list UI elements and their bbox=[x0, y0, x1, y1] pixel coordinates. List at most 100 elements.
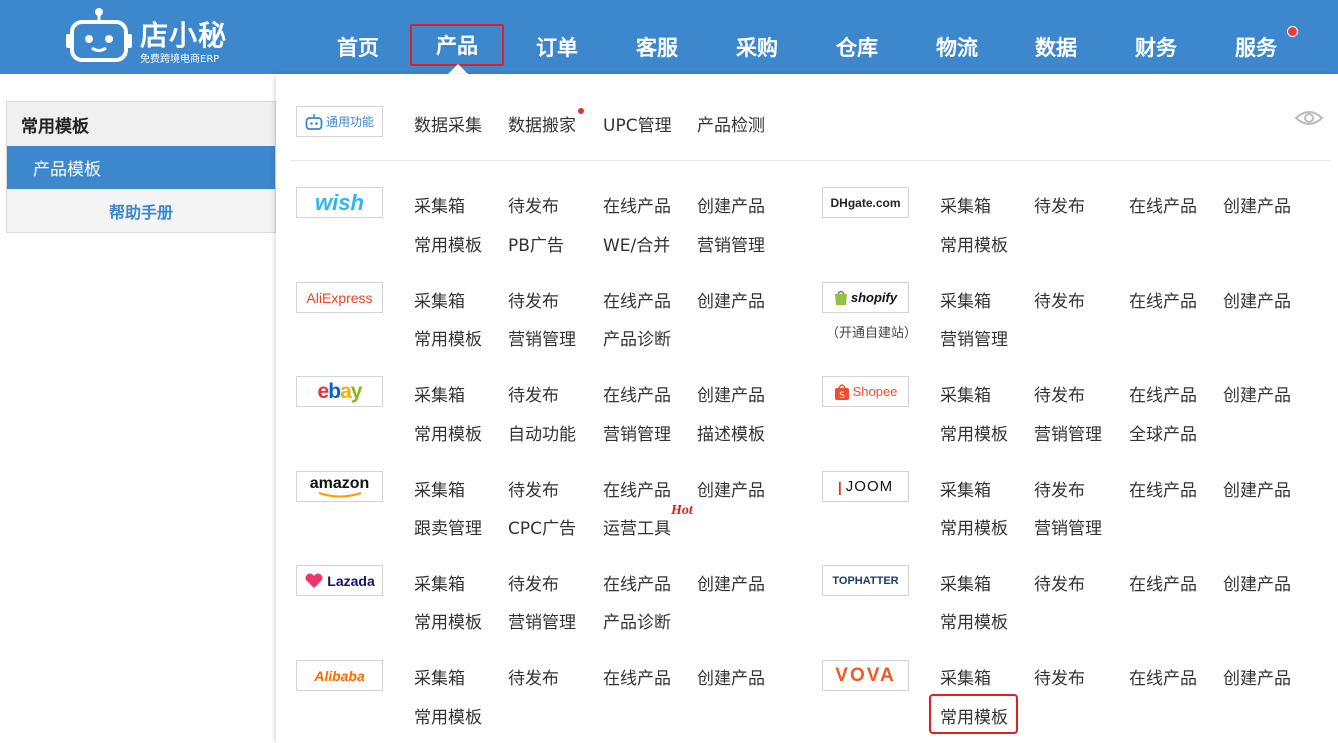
amazon-link-cpc-ads[interactable]: CPC广告 bbox=[508, 514, 576, 539]
shopee-link-marketing[interactable]: 营销管理 bbox=[1034, 420, 1102, 445]
dhgate-link-pending[interactable]: 待发布 bbox=[1034, 192, 1085, 217]
nav-warehouse[interactable]: 仓库 bbox=[812, 30, 902, 64]
nav-data[interactable]: 数据 bbox=[1011, 30, 1101, 64]
eye-icon[interactable] bbox=[1294, 108, 1324, 128]
shopee-link-pending[interactable]: 待发布 bbox=[1034, 381, 1085, 406]
amazon-link-collect[interactable]: 采集箱 bbox=[414, 476, 465, 501]
link-data-collection[interactable]: 数据采集 bbox=[414, 111, 482, 136]
aliexpress-link-create[interactable]: 创建产品 bbox=[697, 287, 765, 312]
joom-link-template[interactable]: 常用模板 bbox=[940, 514, 1008, 539]
link-data-migration[interactable]: 数据搬家 bbox=[508, 111, 576, 136]
lazada-link-pending[interactable]: 待发布 bbox=[508, 570, 559, 595]
lazada-link-online[interactable]: 在线产品 bbox=[603, 570, 671, 595]
lazada-link-diagnosis[interactable]: 产品诊断 bbox=[603, 608, 671, 633]
link-product-check[interactable]: 产品检测 bbox=[697, 111, 765, 136]
wish-link-we-merge[interactable]: WE/合并 bbox=[603, 231, 670, 256]
shopify-link-collect[interactable]: 采集箱 bbox=[940, 287, 991, 312]
ebay-link-description-template[interactable]: 描述模板 bbox=[697, 420, 765, 445]
nav-customer-service[interactable]: 客服 bbox=[612, 30, 702, 64]
aliexpress-link-pending[interactable]: 待发布 bbox=[508, 287, 559, 312]
aliexpress-link-diagnosis[interactable]: 产品诊断 bbox=[603, 325, 671, 350]
amazon-link-online[interactable]: 在线产品 bbox=[603, 476, 671, 501]
platform-badge-amazon[interactable]: amazon bbox=[296, 471, 383, 502]
aliexpress-link-marketing[interactable]: 营销管理 bbox=[508, 325, 576, 350]
ebay-link-automation[interactable]: 自动功能 bbox=[508, 420, 576, 445]
shopee-link-template[interactable]: 常用模板 bbox=[940, 420, 1008, 445]
dhgate-link-collect[interactable]: 采集箱 bbox=[940, 192, 991, 217]
shopify-link-pending[interactable]: 待发布 bbox=[1034, 287, 1085, 312]
shopee-link-collect[interactable]: 采集箱 bbox=[940, 381, 991, 406]
platform-badge-joom[interactable]: | JOOM bbox=[822, 471, 909, 502]
platform-badge-shopify[interactable]: shopify bbox=[822, 282, 909, 313]
vova-link-collect[interactable]: 采集箱 bbox=[940, 664, 991, 689]
dhgate-link-online[interactable]: 在线产品 bbox=[1129, 192, 1197, 217]
ebay-link-template[interactable]: 常用模板 bbox=[414, 420, 482, 445]
shopee-link-online[interactable]: 在线产品 bbox=[1129, 381, 1197, 406]
wish-link-pb-ads[interactable]: PB广告 bbox=[508, 231, 564, 256]
platform-badge-alibaba[interactable]: Alibaba bbox=[296, 660, 383, 691]
lazada-link-create[interactable]: 创建产品 bbox=[697, 570, 765, 595]
wish-link-online[interactable]: 在线产品 bbox=[603, 192, 671, 217]
tophatter-link-online[interactable]: 在线产品 bbox=[1129, 570, 1197, 595]
platform-badge-vova[interactable]: VOVA bbox=[822, 660, 909, 691]
aliexpress-link-template[interactable]: 常用模板 bbox=[414, 325, 482, 350]
alibaba-link-template[interactable]: 常用模板 bbox=[414, 703, 482, 728]
platform-badge-dhgate[interactable]: DHgate.com bbox=[822, 187, 909, 218]
lazada-link-collect[interactable]: 采集箱 bbox=[414, 570, 465, 595]
dhgate-link-template[interactable]: 常用模板 bbox=[940, 231, 1008, 256]
link-upc-management[interactable]: UPC管理 bbox=[603, 111, 672, 136]
platform-badge-ebay[interactable]: ebay bbox=[296, 376, 383, 407]
aliexpress-link-collect[interactable]: 采集箱 bbox=[414, 287, 465, 312]
platform-badge-shopee[interactable]: S Shopee bbox=[822, 376, 909, 407]
tophatter-link-pending[interactable]: 待发布 bbox=[1034, 570, 1085, 595]
joom-link-online[interactable]: 在线产品 bbox=[1129, 476, 1197, 501]
vova-link-pending[interactable]: 待发布 bbox=[1034, 664, 1085, 689]
shopify-link-marketing[interactable]: 营销管理 bbox=[940, 325, 1008, 350]
ebay-link-create[interactable]: 创建产品 bbox=[697, 381, 765, 406]
help-manual-link[interactable]: 帮助手册 bbox=[7, 189, 275, 232]
amazon-link-follow-sell[interactable]: 跟卖管理 bbox=[414, 514, 482, 539]
lazada-link-marketing[interactable]: 营销管理 bbox=[508, 608, 576, 633]
lazada-link-template[interactable]: 常用模板 bbox=[414, 608, 482, 633]
tophatter-link-collect[interactable]: 采集箱 bbox=[940, 570, 991, 595]
wish-link-marketing[interactable]: 营销管理 bbox=[697, 231, 765, 256]
wish-link-create[interactable]: 创建产品 bbox=[697, 192, 765, 217]
platform-badge-lazada[interactable]: Lazada bbox=[296, 565, 383, 596]
vova-link-create[interactable]: 创建产品 bbox=[1223, 664, 1291, 689]
alibaba-link-create[interactable]: 创建产品 bbox=[697, 664, 765, 689]
ebay-link-collect[interactable]: 采集箱 bbox=[414, 381, 465, 406]
joom-link-create[interactable]: 创建产品 bbox=[1223, 476, 1291, 501]
platform-badge-wish[interactable]: wish bbox=[296, 187, 383, 218]
shopify-link-create[interactable]: 创建产品 bbox=[1223, 287, 1291, 312]
ebay-link-pending[interactable]: 待发布 bbox=[508, 381, 559, 406]
sidebar-item-product-template[interactable]: 产品模板 bbox=[7, 146, 275, 189]
alibaba-link-pending[interactable]: 待发布 bbox=[508, 664, 559, 689]
wish-link-pending[interactable]: 待发布 bbox=[508, 192, 559, 217]
platform-badge-aliexpress[interactable]: AliExpress bbox=[296, 282, 383, 313]
joom-link-marketing[interactable]: 营销管理 bbox=[1034, 514, 1102, 539]
wish-link-collect[interactable]: 采集箱 bbox=[414, 192, 465, 217]
nav-home[interactable]: 首页 bbox=[313, 30, 403, 64]
alibaba-link-collect[interactable]: 采集箱 bbox=[414, 664, 465, 689]
nav-finance[interactable]: 财务 bbox=[1111, 30, 1201, 64]
platform-badge-tophatter[interactable]: TOPHATTER bbox=[822, 565, 909, 596]
tophatter-link-create[interactable]: 创建产品 bbox=[1223, 570, 1291, 595]
alibaba-link-online[interactable]: 在线产品 bbox=[603, 664, 671, 689]
nav-logistics[interactable]: 物流 bbox=[912, 30, 1002, 64]
aliexpress-link-online[interactable]: 在线产品 bbox=[603, 287, 671, 312]
app-logo[interactable]: 店小秘 免费跨境电商ERP bbox=[66, 4, 246, 66]
joom-link-pending[interactable]: 待发布 bbox=[1034, 476, 1085, 501]
wish-link-template[interactable]: 常用模板 bbox=[414, 231, 482, 256]
ebay-link-online[interactable]: 在线产品 bbox=[603, 381, 671, 406]
dhgate-link-create[interactable]: 创建产品 bbox=[1223, 192, 1291, 217]
nav-purchasing[interactable]: 采购 bbox=[712, 30, 802, 64]
ebay-link-marketing[interactable]: 营销管理 bbox=[603, 420, 671, 445]
nav-products[interactable]: 产品 bbox=[410, 24, 504, 66]
amazon-link-create[interactable]: 创建产品 bbox=[697, 476, 765, 501]
shopee-link-create[interactable]: 创建产品 bbox=[1223, 381, 1291, 406]
nav-orders[interactable]: 订单 bbox=[512, 30, 602, 64]
vova-link-online[interactable]: 在线产品 bbox=[1129, 664, 1197, 689]
amazon-link-pending[interactable]: 待发布 bbox=[508, 476, 559, 501]
tophatter-link-template[interactable]: 常用模板 bbox=[940, 608, 1008, 633]
joom-link-collect[interactable]: 采集箱 bbox=[940, 476, 991, 501]
